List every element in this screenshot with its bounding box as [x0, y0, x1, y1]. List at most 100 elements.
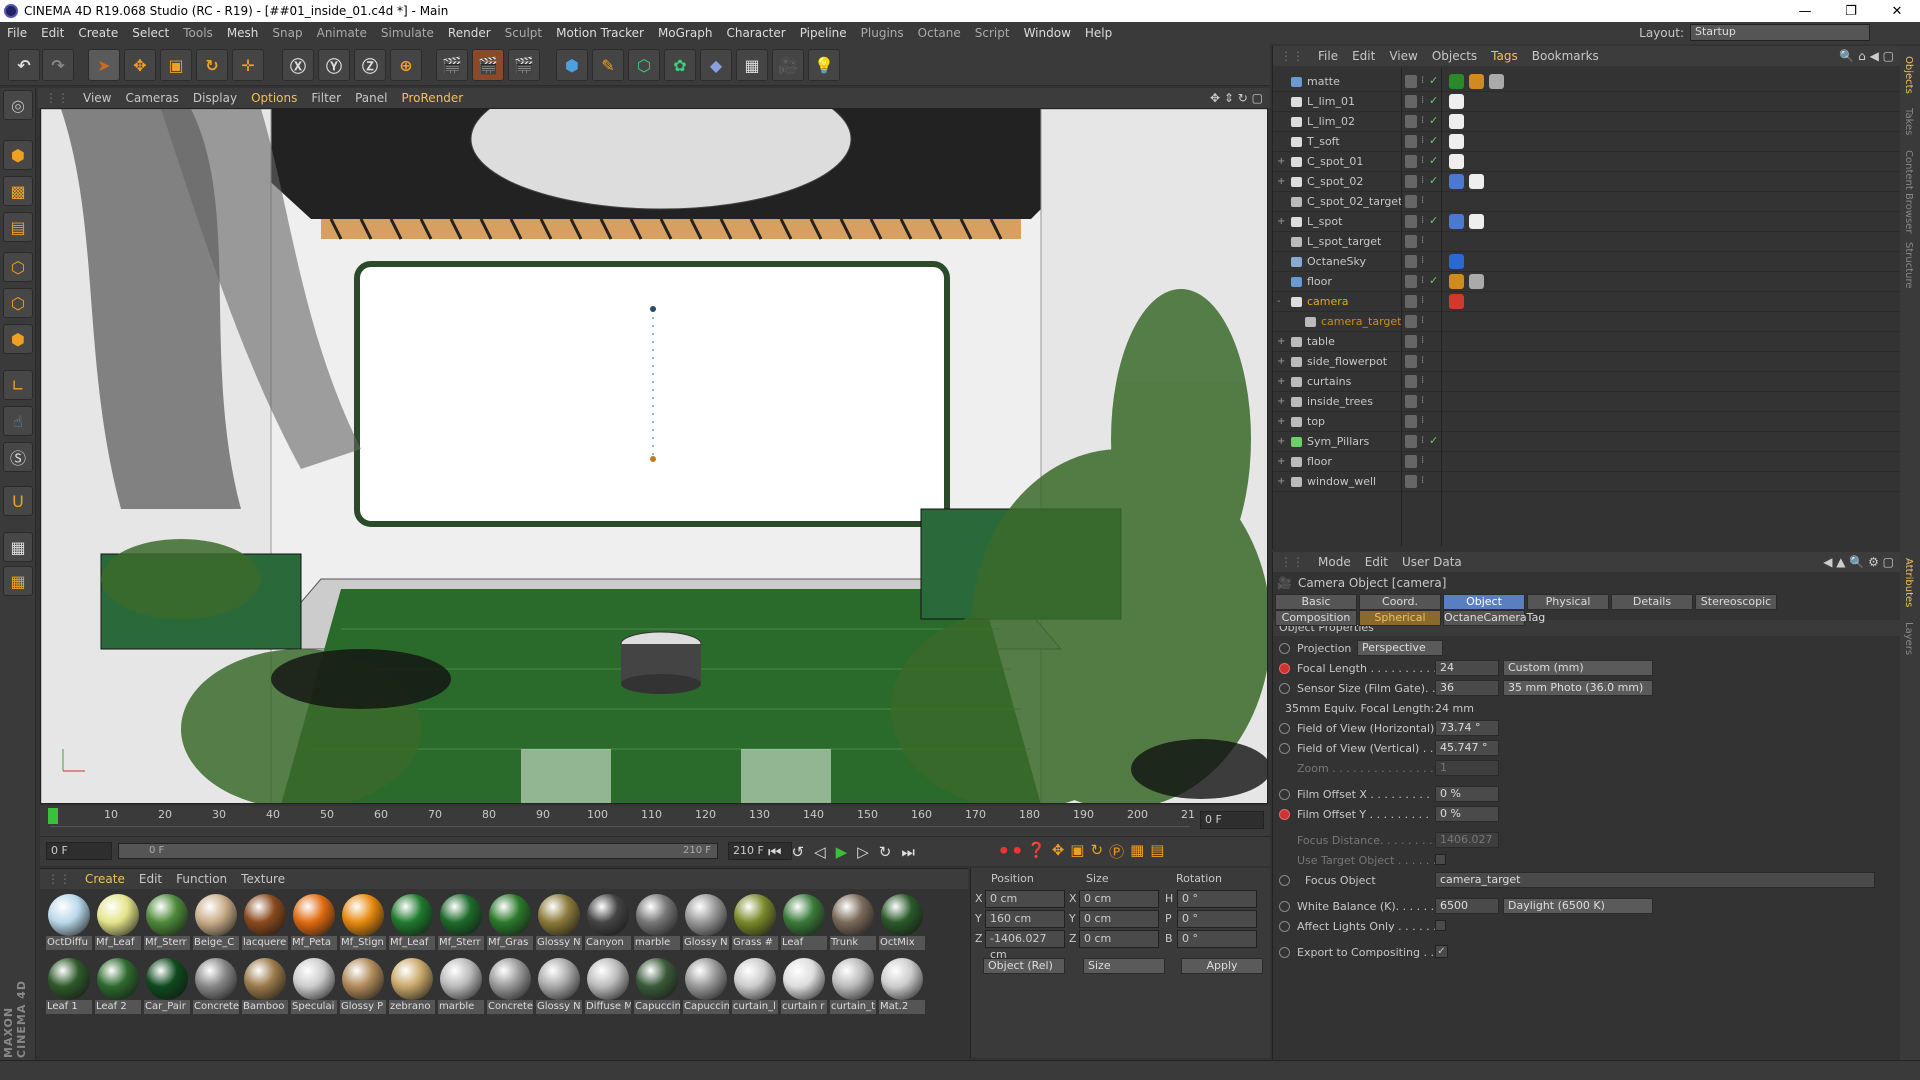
y-axis-lock-icon[interactable]: Ⓨ — [318, 49, 350, 81]
key-pla-icon[interactable]: ▦ — [1130, 841, 1144, 862]
attr-menu-edit[interactable]: Edit — [1358, 555, 1395, 569]
visibility-dots-icon[interactable]: ⁞ — [1421, 355, 1424, 366]
object-name[interactable]: window_well — [1307, 475, 1376, 488]
material-swatch[interactable]: Trunk — [830, 893, 876, 953]
timeline-window-icon[interactable]: ▤ — [1150, 841, 1164, 862]
menu-animate[interactable]: Animate — [310, 26, 374, 40]
tag-icon[interactable] — [1449, 254, 1464, 269]
anim-dot[interactable] — [1279, 947, 1290, 958]
edges-mode-icon[interactable]: ⬡ — [3, 288, 33, 318]
object-name[interactable]: floor — [1307, 455, 1332, 468]
position-field[interactable]: 160 cm — [985, 910, 1065, 928]
visibility-dots-icon[interactable]: ⁞ — [1421, 115, 1424, 126]
3d-viewport[interactable] — [40, 108, 1268, 804]
expand-toggle[interactable]: + — [1277, 376, 1285, 387]
object-row[interactable]: + Sym_Pillars ⁞ ✓ — [1273, 432, 1901, 452]
object-name[interactable]: Sym_Pillars — [1307, 435, 1369, 448]
size-field[interactable]: 0 cm — [1079, 910, 1159, 928]
recent-tool-icon[interactable]: ✛ — [232, 49, 264, 81]
visibility-dots-icon[interactable]: ⁞ — [1421, 195, 1424, 206]
material-swatch[interactable]: Car_Pair — [144, 957, 190, 1017]
layer-swatch[interactable] — [1405, 75, 1417, 88]
viewport-nav-icons[interactable]: ✥ ⇕ ↻ ▢ — [1203, 91, 1270, 105]
menu-snap[interactable]: Snap — [265, 26, 309, 40]
magnet-icon[interactable]: U — [3, 486, 33, 516]
sensor-size-field[interactable]: 36 — [1435, 680, 1499, 696]
object-row[interactable]: C_spot_02_target ⁞ — [1273, 192, 1901, 212]
object-name[interactable]: C_spot_01 — [1307, 155, 1363, 168]
material-swatch[interactable]: Capuccin — [683, 957, 729, 1017]
enabled-check-icon[interactable]: ✓ — [1429, 174, 1438, 187]
render-view-icon[interactable]: 🎬 — [436, 49, 468, 81]
frame-range-slider[interactable]: 0 F 210 F — [118, 843, 718, 859]
tag-icon[interactable] — [1449, 74, 1464, 89]
vp-menu-view[interactable]: View — [76, 91, 118, 105]
layer-swatch[interactable] — [1405, 315, 1417, 328]
menu-help[interactable]: Help — [1078, 26, 1119, 40]
obj-menu-edit[interactable]: Edit — [1345, 49, 1382, 63]
menu-simulate[interactable]: Simulate — [374, 26, 441, 40]
subdivision-icon[interactable]: ⬡ — [628, 49, 660, 81]
anim-dot[interactable] — [1279, 643, 1290, 654]
anim-dot[interactable] — [1279, 789, 1290, 800]
menu-mograph[interactable]: MoGraph — [651, 26, 720, 40]
enabled-check-icon[interactable]: ✓ — [1429, 134, 1438, 147]
material-swatch[interactable]: OctDiffu — [46, 893, 92, 953]
expand-toggle[interactable]: + — [1277, 176, 1285, 187]
material-swatch[interactable]: Beige_C — [193, 893, 239, 953]
object-row[interactable]: + inside_trees ⁞ — [1273, 392, 1901, 412]
texture-mode-icon[interactable]: ▩ — [3, 176, 33, 206]
attr-menu-userdata[interactable]: User Data — [1395, 555, 1469, 569]
layer-swatch[interactable] — [1405, 435, 1417, 448]
layer-swatch[interactable] — [1405, 175, 1417, 188]
material-swatch[interactable]: Mf_Peta — [291, 893, 337, 953]
autokey-icon[interactable]: ⏺ — [1014, 841, 1022, 862]
layout-select[interactable]: Startup — [1690, 24, 1870, 41]
enabled-check-icon[interactable]: ✓ — [1429, 94, 1438, 107]
side-tab-takes[interactable]: Takes — [1903, 108, 1914, 135]
vp-menu-panel[interactable]: Panel — [348, 91, 394, 105]
object-row[interactable]: OctaneSky ⁞ — [1273, 252, 1901, 272]
enabled-check-icon[interactable]: ✓ — [1429, 154, 1438, 167]
visibility-dots-icon[interactable]: ⁞ — [1421, 435, 1424, 446]
size-field[interactable]: 0 cm — [1079, 890, 1159, 908]
material-swatch[interactable]: Speculai — [291, 957, 337, 1017]
rotate-icon[interactable]: ↻ — [196, 49, 228, 81]
focal-preset-select[interactable]: Custom (mm) — [1503, 660, 1653, 676]
visibility-dots-icon[interactable]: ⁞ — [1421, 135, 1424, 146]
menu-file[interactable]: File — [0, 26, 34, 40]
zoom-field[interactable]: 1 — [1435, 760, 1499, 776]
object-row[interactable]: + C_spot_01 ⁞ ✓ — [1273, 152, 1901, 172]
anim-dot[interactable] — [1279, 875, 1290, 886]
model-mode-icon[interactable]: ⬢ — [3, 140, 33, 170]
fov-horizontal-field[interactable]: 73.74 ° — [1435, 720, 1499, 736]
cloner-icon[interactable]: ✿ — [664, 49, 696, 81]
menu-render[interactable]: Render — [441, 26, 498, 40]
material-swatch[interactable]: Mf_Sterr — [438, 893, 484, 953]
material-swatch[interactable]: Concrete — [487, 957, 533, 1017]
obj-menu-file[interactable]: File — [1311, 49, 1345, 63]
locked-workplane-icon[interactable]: ▦ — [3, 566, 33, 596]
anim-dot[interactable] — [1279, 663, 1290, 674]
tag-icon[interactable] — [1449, 274, 1464, 289]
expand-toggle[interactable]: - — [1277, 296, 1281, 307]
visibility-dots-icon[interactable]: ⁞ — [1421, 235, 1424, 246]
cube-primitive-icon[interactable]: ⬢ — [556, 49, 588, 81]
layer-swatch[interactable] — [1405, 235, 1417, 248]
timeline-ruler[interactable]: 0 10 20 30 40 50 60 70 80 90 100 110 120… — [40, 806, 1270, 836]
visibility-dots-icon[interactable]: ⁞ — [1421, 175, 1424, 186]
menu-select[interactable]: Select — [125, 26, 176, 40]
material-swatch[interactable]: Leaf 2 — [95, 957, 141, 1017]
object-row[interactable]: camera_target ⁞ — [1273, 312, 1901, 332]
menu-sculpt[interactable]: Sculpt — [498, 26, 549, 40]
layer-swatch[interactable] — [1405, 135, 1417, 148]
visibility-dots-icon[interactable]: ⁞ — [1421, 415, 1424, 426]
layer-swatch[interactable] — [1405, 295, 1417, 308]
visibility-dots-icon[interactable]: ⁞ — [1421, 455, 1424, 466]
material-swatch[interactable]: Mat.2 — [879, 957, 925, 1017]
material-swatch[interactable]: curtain_t — [830, 957, 876, 1017]
enable-axis-icon[interactable]: ∟ — [3, 370, 33, 400]
expand-toggle[interactable]: + — [1277, 476, 1285, 487]
layer-swatch[interactable] — [1405, 475, 1417, 488]
object-row[interactable]: T_soft ⁞ ✓ — [1273, 132, 1901, 152]
